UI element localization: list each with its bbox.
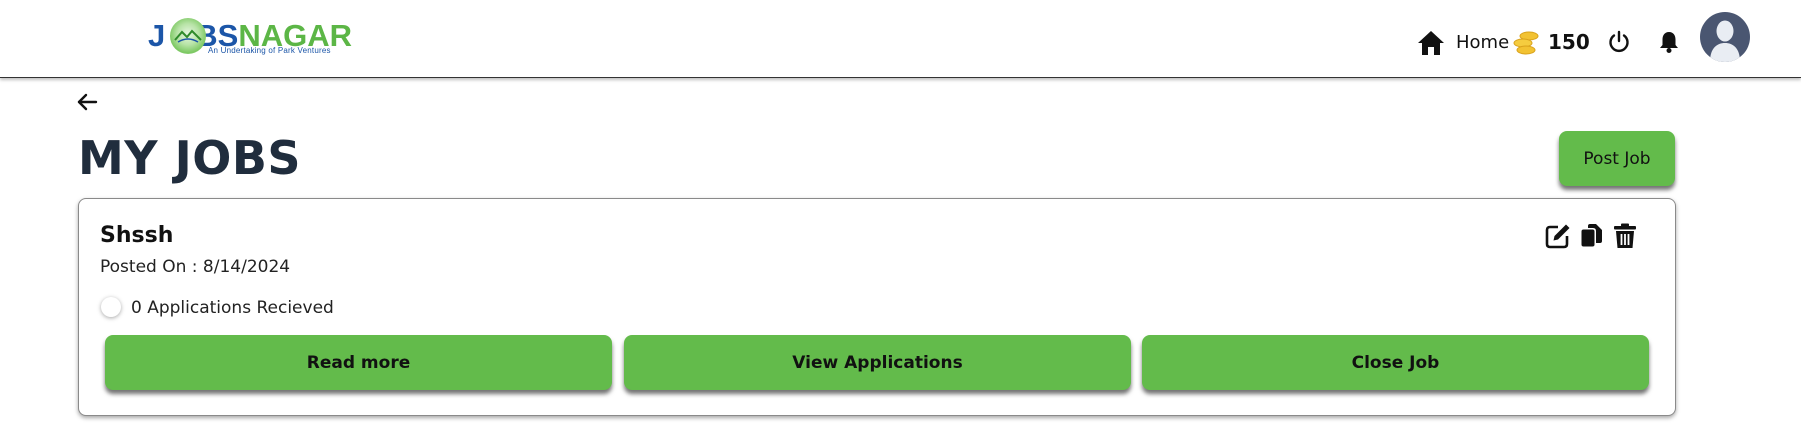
edit-icon[interactable] (1545, 223, 1571, 253)
applications-count: 0 Applications Recieved (131, 298, 334, 318)
page-title: MY JOBS (78, 131, 302, 185)
copy-icon[interactable] (1580, 223, 1604, 253)
user-avatar[interactable] (1700, 12, 1750, 62)
job-actions (1545, 223, 1637, 253)
top-navbar: J BSNAGAR An Undertaking of Park Ventures… (0, 0, 1801, 78)
bell-icon[interactable] (1658, 30, 1680, 58)
job-title: Shssh (100, 223, 174, 248)
job-card: Shssh Posted On : 8/14/2024 0 Applicatio… (78, 198, 1676, 416)
jobsnagar-logo[interactable]: J BSNAGAR An Undertaking of Park Ventures (148, 18, 358, 58)
post-job-button[interactable]: Post Job (1559, 131, 1675, 186)
trash-icon[interactable] (1613, 223, 1637, 253)
power-icon[interactable] (1607, 30, 1631, 58)
home-link[interactable]: Home (1456, 32, 1509, 53)
arrow-left-icon[interactable] (76, 93, 98, 115)
applications-indicator-icon (101, 297, 121, 317)
posted-label: Posted On : (100, 257, 203, 277)
job-posted-date: Posted On : 8/14/2024 (100, 257, 290, 277)
coins-balance: 150 (1548, 30, 1590, 54)
logo-tagline: An Undertaking of Park Ventures (208, 46, 331, 55)
avatar-silhouette-icon (1710, 20, 1740, 62)
logo-letter-j: J (148, 18, 166, 53)
posted-date-value: 8/14/2024 (202, 257, 291, 277)
read-more-button[interactable]: Read more (105, 335, 612, 390)
logo-globe-icon (170, 18, 206, 54)
view-applications-button[interactable]: View Applications (624, 335, 1131, 390)
close-job-button[interactable]: Close Job (1142, 335, 1649, 390)
home-icon[interactable] (1417, 30, 1445, 60)
coins-icon (1512, 28, 1540, 60)
